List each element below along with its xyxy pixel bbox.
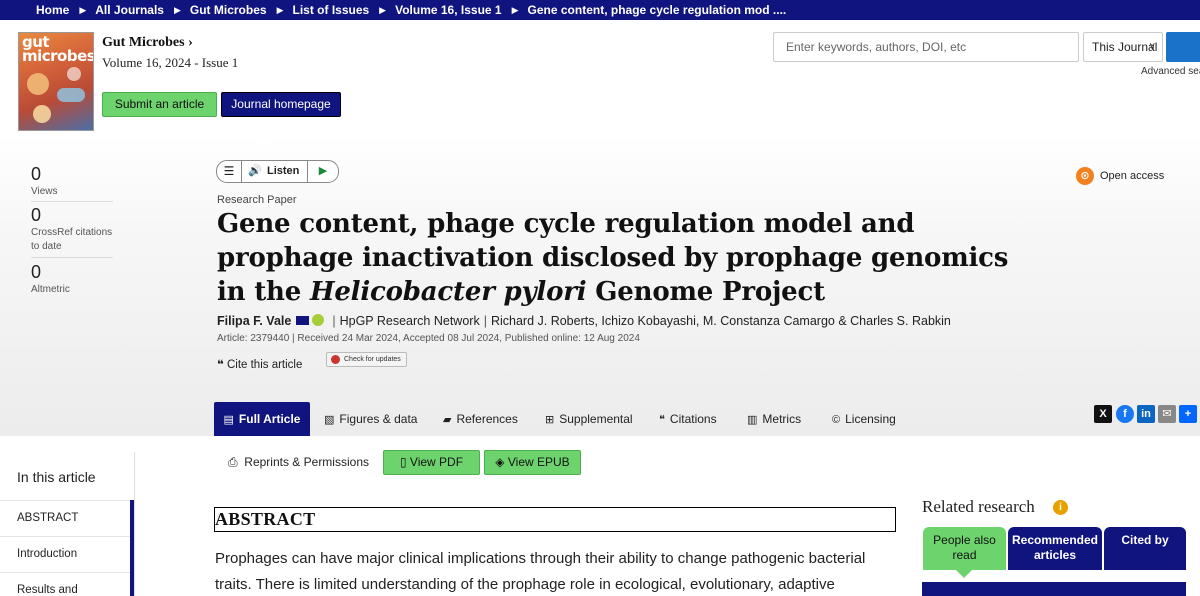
cite-article-link[interactable]: ❝ Cite this article [217, 357, 302, 371]
view-epub-button[interactable]: ◈ View EPUB [484, 450, 581, 475]
journal-volume[interactable]: Volume 16, 2024 - Issue 1 [102, 55, 238, 71]
quote-icon: ❝ [659, 414, 665, 426]
author-group-link[interactable]: HpGP Research Network [340, 314, 480, 328]
header-notch [253, 133, 279, 147]
printer-icon: ⎙ [228, 455, 238, 469]
author-list: Filipa F. Vale | HpGP Research Network | Ric… [217, 314, 951, 328]
tab-full-article[interactable]: ▤ Full Article [214, 402, 310, 436]
facebook-share-icon[interactable]: f [1116, 405, 1134, 423]
abstract-text: Prophages can have major clinical implic… [215, 550, 866, 593]
menu-icon[interactable]: ☰ [217, 161, 242, 182]
epub-icon: ◈ [495, 455, 505, 469]
plus-icon: ⊞ [545, 414, 555, 426]
chevron-right-icon: ▶ [276, 5, 284, 15]
breadcrumb: Home ▶ All Journals ▶ Gut Microbes ▶ List of I… [0, 0, 1200, 20]
cover-title: gut microbes [22, 33, 94, 65]
related-tab-notch [955, 569, 973, 578]
chevron-down-icon: ∨ [1148, 41, 1156, 52]
tab-licensing[interactable]: © Licensing [832, 402, 896, 436]
search-scope-select[interactable]: This Journal ∨ [1083, 32, 1163, 62]
orcid-icon[interactable] [312, 314, 325, 326]
advanced-search-link[interactable]: Advanced sea [1141, 66, 1200, 77]
open-lock-icon: ⊙ [1076, 167, 1094, 185]
book-icon: ▰ [443, 414, 452, 426]
tab-people-also-read[interactable]: People also read [923, 527, 1006, 570]
crossmark-icon [331, 355, 340, 364]
author-link[interactable]: Filipa F. Vale [217, 314, 291, 328]
info-icon[interactable]: i [1053, 500, 1068, 515]
tab-figures[interactable]: ▧ Figures & data [324, 402, 417, 436]
journal-header: gut microbes Gut Microbes › Volume 16, 2… [0, 20, 1200, 136]
article-type: Research Paper [217, 194, 297, 206]
journal-cover-image[interactable]: gut microbes [18, 32, 94, 131]
image-icon: ▧ [324, 414, 335, 426]
abstract-heading: ABSTRACT [215, 509, 316, 529]
journal-homepage-button[interactable]: Journal homepage [221, 92, 341, 117]
toc-divider [134, 452, 135, 596]
search-button[interactable] [1166, 32, 1200, 62]
related-research-heading: Related research [922, 497, 1035, 516]
tab-supplemental[interactable]: ⊞ Supplemental [545, 402, 633, 436]
breadcrumb-all-journals[interactable]: All Journals [95, 0, 164, 20]
quote-icon: ❝ [217, 359, 224, 371]
tab-recommended-articles[interactable]: Recommended articles [1008, 527, 1102, 570]
chevron-right-icon: ▶ [511, 5, 519, 15]
search-input[interactable]: Enter keywords, authors, DOI, etc [773, 32, 1079, 62]
more-share-icon[interactable]: + [1179, 405, 1197, 423]
metric-crossref: 0 CrossRef citations to date [31, 205, 113, 258]
breadcrumb-volume[interactable]: Volume 16, Issue 1 [395, 0, 502, 20]
breadcrumb-journal[interactable]: Gut Microbes [190, 0, 267, 20]
pdf-icon: ▯ [399, 455, 407, 469]
article-title: Gene content, phage cycle regulation mod… [217, 209, 1009, 307]
bar-chart-icon: ▥ [747, 414, 758, 426]
breadcrumb-home[interactable]: Home [36, 0, 69, 20]
toc-item-introduction[interactable]: Introduction [0, 536, 133, 572]
submit-article-button[interactable]: Submit an article [102, 92, 217, 117]
article-dates: Article: 2379440 | Received 24 Mar 2024,… [217, 333, 640, 344]
authors-link[interactable]: Richard J. Roberts, Ichizo Kobayashi, M.… [491, 314, 951, 328]
x-share-icon[interactable]: X [1094, 405, 1112, 423]
listen-player: ☰ 🔊 Listen ▶ [216, 160, 339, 183]
play-icon[interactable]: ▶ [307, 161, 338, 182]
speaker-icon: 🔊 [248, 165, 262, 177]
journal-title-link[interactable]: Gut Microbes › [102, 35, 193, 51]
check-updates-button[interactable]: Check for updates [326, 352, 407, 367]
linkedin-share-icon[interactable]: in [1137, 405, 1155, 423]
metric-views: 0 Views [31, 164, 113, 202]
tab-references[interactable]: ▰ References [443, 402, 518, 436]
open-access-badge: ⊙ Open access [1076, 167, 1166, 187]
related-list-bar [922, 582, 1186, 596]
breadcrumb-issues[interactable]: List of Issues [292, 0, 369, 20]
toc-heading: In this article [17, 469, 96, 485]
chevron-right-icon: ▶ [173, 5, 181, 15]
toc-item-results[interactable]: Results and [0, 572, 133, 596]
chevron-right-icon: ▶ [379, 5, 387, 15]
chevron-right-icon: ▶ [79, 5, 87, 15]
copyright-icon: © [832, 414, 841, 426]
chevron-right-icon: › [188, 35, 193, 50]
toc-scroll-indicator [130, 500, 134, 596]
abstract-heading-box [214, 507, 896, 532]
breadcrumb-current: Gene content, phage cycle regulation mod… [527, 3, 787, 17]
tab-cited-by[interactable]: Cited by [1104, 527, 1186, 570]
reprints-permissions-link[interactable]: ⎙ Reprints & Permissions [228, 455, 369, 470]
toc-item-abstract[interactable]: ABSTRACT [0, 500, 133, 536]
metric-altmetric: 0 Altmetric [31, 262, 70, 295]
tab-citations[interactable]: ❝ Citations [659, 402, 717, 436]
envelope-icon[interactable] [296, 316, 310, 325]
email-share-icon[interactable]: ✉ [1158, 405, 1176, 423]
document-icon: ▤ [223, 414, 234, 426]
listen-button[interactable]: Listen [267, 161, 299, 182]
tab-metrics[interactable]: ▥ Metrics [747, 402, 801, 436]
view-pdf-button[interactable]: ▯ View PDF [383, 450, 480, 475]
